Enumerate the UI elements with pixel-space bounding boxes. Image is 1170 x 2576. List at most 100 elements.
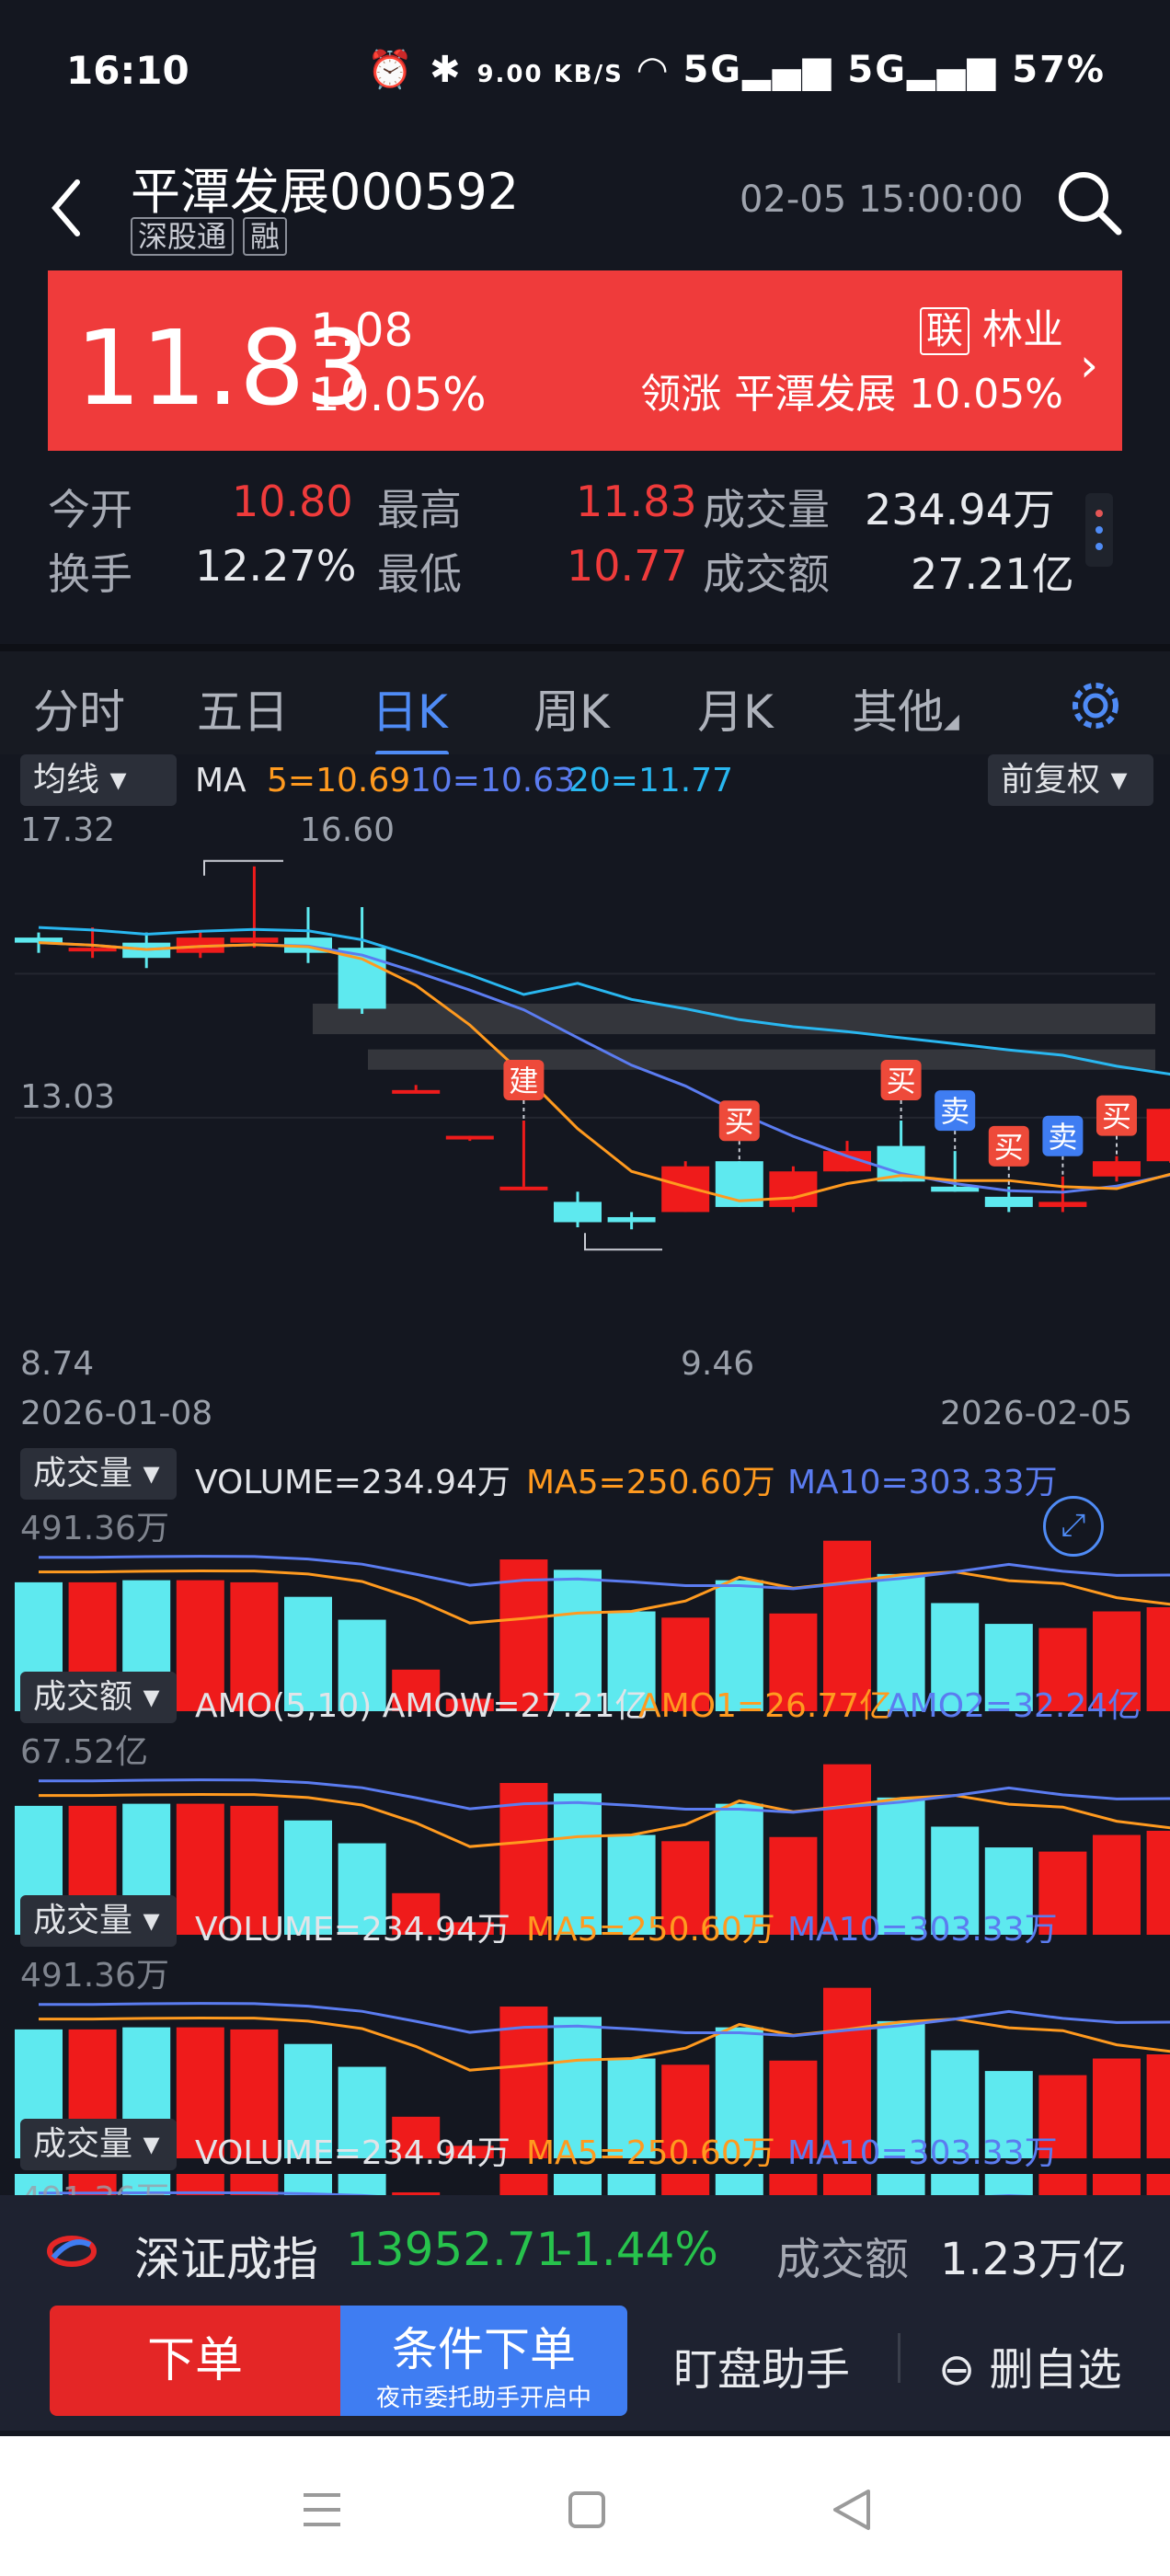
candle-body: [607, 1216, 656, 1223]
amount-label: 成交额: [703, 549, 830, 599]
divider: [898, 2333, 900, 2383]
expand-icon[interactable]: ⤢: [1043, 1496, 1104, 1557]
tab-monthly-k[interactable]: 月K: [697, 675, 774, 742]
low-value: 10.77: [567, 541, 688, 591]
volume-value: 234.94万: [865, 485, 1055, 535]
svg-text:买: 买: [994, 1130, 1024, 1165]
remove-watchlist-button[interactable]: ⊖ 删自选: [938, 2333, 1122, 2398]
ma5-value: 5=10.69: [267, 762, 411, 799]
y-axis-mid: 13.03: [20, 1078, 116, 1116]
tab-weekly-k[interactable]: 周K: [533, 675, 610, 742]
industry-lead: 联 林业 领涨 平潭发展 10.05%: [640, 298, 1063, 427]
panel-main-value: VOLUME=234.94万: [195, 2134, 510, 2172]
index-change: -1.44%: [556, 2223, 718, 2276]
action-bar: 下单 条件下单 夜市委托助手开启中 盯盘助手 ⊖ 删自选: [0, 2306, 1170, 2431]
industry-name: 林业: [982, 306, 1063, 353]
candle-body: [769, 1171, 818, 1207]
low-marker-label: 9.46: [681, 1345, 755, 1383]
conditional-order-label: 条件下单: [392, 2323, 576, 2376]
candle-body: [338, 948, 386, 1009]
industry-badge: 联: [920, 307, 969, 355]
buy-signal: 买: [1096, 1095, 1137, 1156]
panel-ma1-value: MA5=250.60万: [526, 2134, 775, 2172]
stock-title: 平潭发展000592: [131, 163, 520, 221]
buy-signal: 买: [988, 1125, 1029, 1187]
buy-signal: 建: [503, 1060, 545, 1121]
high-label: 最高: [377, 485, 462, 535]
high-value: 11.83: [576, 477, 697, 526]
system-nav-bar: [0, 2436, 1170, 2576]
stock-header: 平潭发展000592 深股通 融 02-05 15:00:00: [0, 138, 1170, 267]
indicator-dropdown[interactable]: 均线 ▾: [20, 754, 177, 806]
change-percent: 10.05%: [311, 368, 487, 421]
candle-body: [1093, 1161, 1141, 1177]
panel-dropdown[interactable]: 成交量 ▾: [20, 1895, 177, 1947]
minus-circle-icon: ⊖: [938, 2344, 976, 2396]
svg-text:建: 建: [509, 1064, 538, 1098]
tag-margin: 融: [243, 217, 288, 256]
lead-text: 领涨 平潭发展 10.05%: [640, 371, 1063, 418]
watch-assistant-button[interactable]: 盯盘助手: [673, 2333, 850, 2398]
period-tabs: 分时 五日 日K 周K 月K 其他◢: [0, 644, 1170, 758]
wifi-icon: ◠: [637, 49, 669, 91]
szse-logo-icon: [47, 2236, 97, 2267]
panel-max-label: 67.52亿: [20, 1733, 149, 1771]
conditional-order-button[interactable]: 条件下单 夜市委托助手开启中: [340, 2306, 627, 2416]
back-arrow-icon[interactable]: [44, 171, 90, 245]
home-icon[interactable]: [567, 2490, 607, 2530]
panel-max-label: 491.36万: [20, 1957, 169, 1995]
adjust-dropdown[interactable]: 前复权 ▾: [988, 754, 1153, 806]
amount-value: 27.21亿: [911, 549, 1074, 599]
chevron-right-icon: ›: [1080, 339, 1098, 392]
tab-five-day[interactable]: 五日: [197, 675, 289, 742]
low-label: 最低: [377, 549, 462, 599]
candle-body: [230, 937, 279, 943]
kline-chart[interactable]: 建买买卖买 卖买: [0, 806, 1170, 1284]
date-end: 2026-02-05: [940, 1395, 1133, 1432]
y-axis-bottom: 8.74: [20, 1345, 95, 1383]
network-speed: 9.00 KB/S: [476, 61, 624, 88]
panel-max-label: 491.36万: [20, 1510, 169, 1547]
svg-text:买: 买: [1102, 1099, 1131, 1134]
svg-text:买: 买: [725, 1104, 754, 1139]
candle-body: [499, 1186, 548, 1190]
turnover-label: 换手: [48, 549, 132, 599]
search-icon[interactable]: [1052, 166, 1126, 239]
stock-tags: 深股通 融: [131, 217, 288, 256]
panel-main-value: AMO(5,10) AMOW=27.21亿: [195, 1687, 648, 1725]
svg-text:买: 买: [887, 1064, 916, 1098]
chart-area[interactable]: 均线 ▾ MA 5=10.69 10=10.63 20=11.77 前复权 ▾ …: [0, 754, 1170, 2248]
panel-ma2-value: MA10=303.33万: [787, 1911, 1058, 1949]
extreme-marker: [584, 1233, 662, 1251]
more-stats-icon[interactable]: [1085, 493, 1113, 567]
market-amount-value: 1.23万亿: [940, 2234, 1127, 2285]
sell-signal: 卖: [935, 1090, 976, 1152]
menu-icon[interactable]: [300, 2490, 344, 2530]
back-nav-icon[interactable]: [832, 2488, 872, 2532]
signal-icon: 5G▂▄▆: [682, 49, 833, 91]
index-ticker[interactable]: 深证成指 13952.71 -1.44% 成交额 1.23万亿: [0, 2195, 1170, 2306]
panel-dropdown[interactable]: 成交量 ▾: [20, 1448, 177, 1500]
svg-text:卖: 卖: [1048, 1120, 1077, 1155]
svg-text:卖: 卖: [940, 1094, 969, 1129]
panel-ma1-value: MA5=250.60万: [526, 1911, 775, 1949]
volume-label: 成交量: [703, 485, 830, 535]
quote-datetime: 02-05 15:00:00: [740, 178, 1024, 221]
price-banner[interactable]: 11.83 1.08 10.05% 联 林业 领涨 平潭发展 10.05% ›: [48, 270, 1122, 451]
candle-body: [984, 1196, 1033, 1207]
high-marker-label: 16.60: [300, 811, 396, 849]
panel-dropdown[interactable]: 成交量 ▾: [20, 2119, 177, 2170]
order-button[interactable]: 下单: [50, 2306, 340, 2416]
candle-body: [661, 1166, 710, 1213]
panel-ma2-value: MA10=303.33万: [787, 2134, 1058, 2172]
panel-dropdown[interactable]: 成交额 ▾: [20, 1672, 177, 1723]
tab-daily-k[interactable]: 日K: [372, 675, 448, 742]
conditional-order-sub: 夜市委托助手开启中: [375, 2385, 591, 2412]
tab-other[interactable]: 其他◢: [852, 675, 959, 742]
status-icons: ⏰ ✱ 9.00 KB/S ◠ 5G▂▄▆ 5G▂▄▆ 57%: [367, 48, 1106, 91]
panel-main-value: VOLUME=234.94万: [195, 1911, 510, 1949]
buy-signal: 买: [880, 1060, 922, 1121]
price-change: 1.08 10.05%: [311, 298, 487, 427]
settings-gear-icon[interactable]: [1067, 677, 1124, 734]
tab-intraday[interactable]: 分时: [33, 675, 125, 742]
